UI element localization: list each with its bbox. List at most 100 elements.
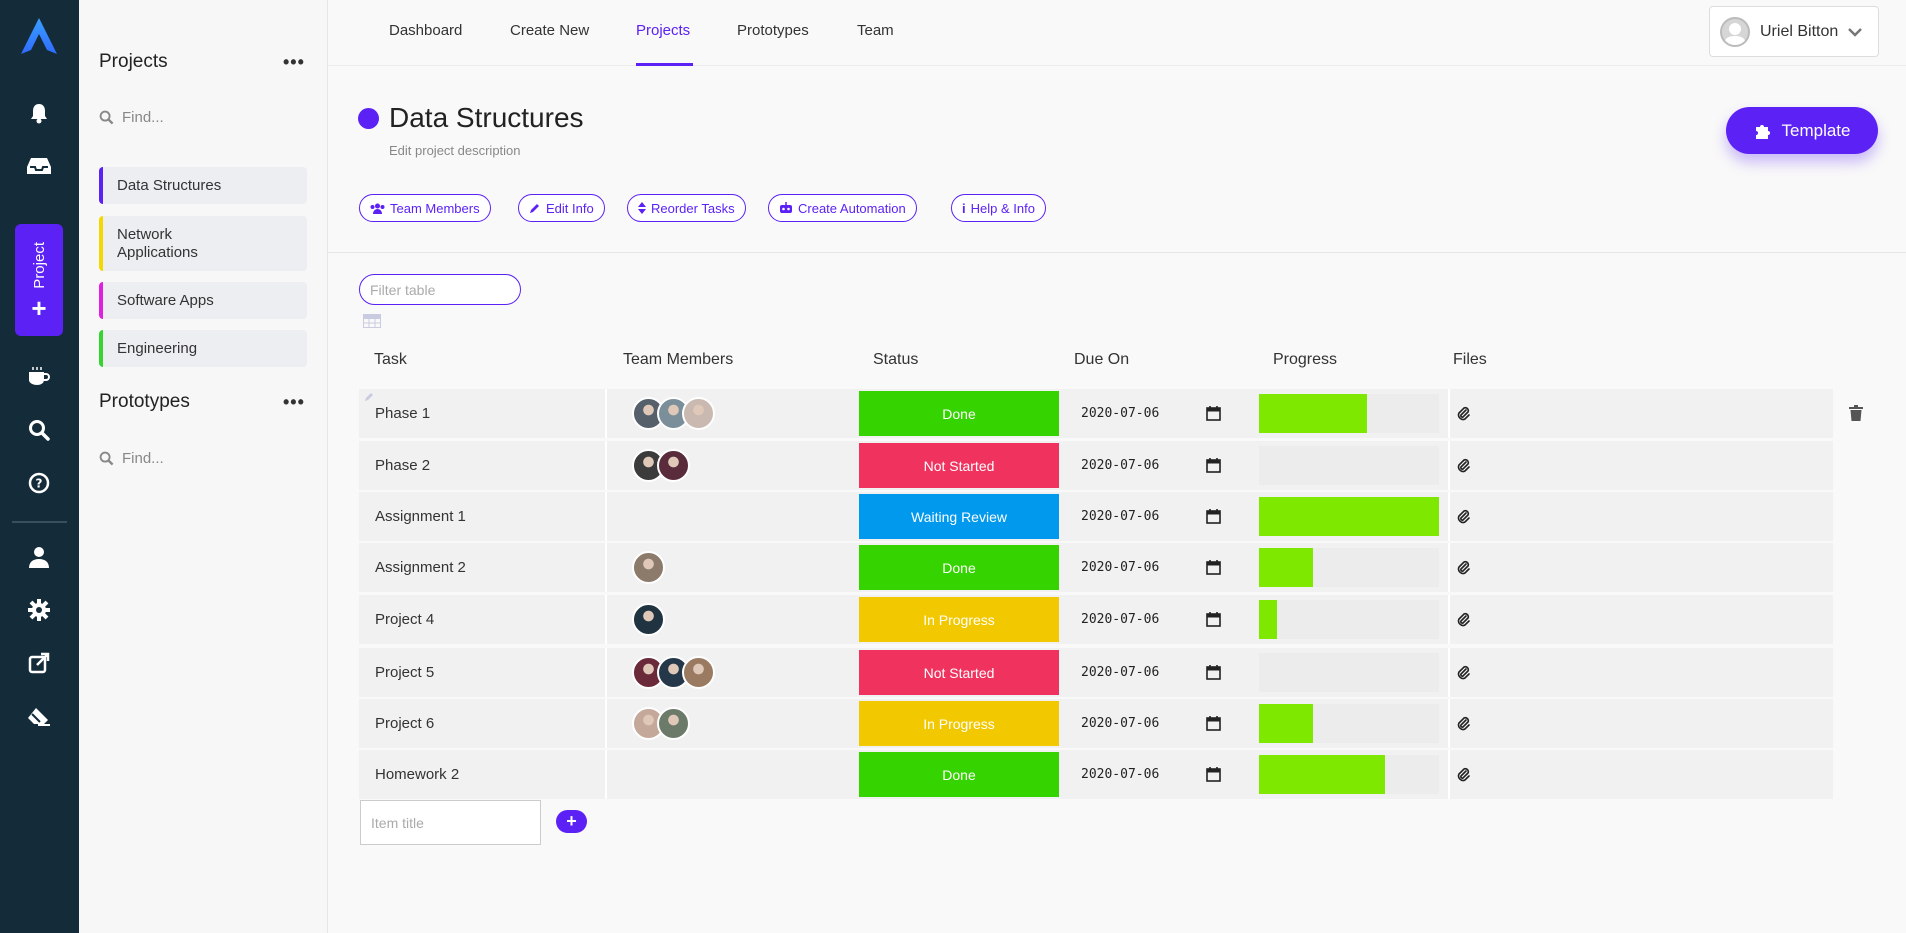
- item-title-input[interactable]: Item title: [360, 800, 541, 845]
- task-name[interactable]: Homework 2: [375, 750, 459, 799]
- svg-text:?: ?: [36, 477, 43, 491]
- projects-menu-icon[interactable]: •••: [283, 52, 305, 73]
- eraser-icon[interactable]: [26, 703, 52, 729]
- project-description[interactable]: Edit project description: [389, 143, 521, 158]
- task-name[interactable]: Project 4: [375, 595, 434, 644]
- user-menu[interactable]: Uriel Bitton: [1709, 6, 1879, 57]
- team-member-avatars[interactable]: [632, 551, 665, 584]
- status-badge[interactable]: Done: [859, 752, 1059, 797]
- active-tab-underline: [636, 63, 693, 66]
- calendar-icon[interactable]: [1206, 665, 1221, 680]
- status-badge[interactable]: In Progress: [859, 597, 1059, 642]
- task-name[interactable]: Assignment 2: [375, 543, 466, 592]
- due-date-input[interactable]: 2020-07-06: [1081, 389, 1159, 438]
- calendar-icon[interactable]: [1206, 767, 1221, 782]
- bell-icon[interactable]: [26, 100, 52, 126]
- prototypes-search[interactable]: Find...: [99, 450, 164, 467]
- tab-team[interactable]: Team: [857, 22, 894, 39]
- paperclip-icon[interactable]: [1456, 715, 1470, 731]
- avatar: [632, 551, 665, 584]
- progress-bar: [1259, 755, 1439, 794]
- task-name[interactable]: Phase 2: [375, 441, 430, 490]
- pencil-icon[interactable]: [364, 392, 374, 402]
- project-item-data-structures[interactable]: Data Structures: [99, 167, 307, 204]
- team-members-button[interactable]: Team Members: [359, 194, 491, 222]
- task-name[interactable]: Assignment 1: [375, 492, 466, 541]
- prototypes-menu-icon[interactable]: •••: [283, 392, 305, 413]
- status-badge[interactable]: In Progress: [859, 701, 1059, 746]
- paperclip-icon[interactable]: [1456, 457, 1470, 473]
- template-button[interactable]: Template: [1726, 107, 1878, 154]
- due-date-input[interactable]: 2020-07-06: [1081, 648, 1159, 697]
- paperclip-icon[interactable]: [1456, 559, 1470, 575]
- tab-create-new[interactable]: Create New: [510, 22, 589, 39]
- tab-projects[interactable]: Projects: [636, 22, 690, 39]
- project-item-label: Data Structures: [117, 177, 222, 194]
- paperclip-icon[interactable]: [1456, 611, 1470, 627]
- calendar-icon[interactable]: [1206, 509, 1221, 524]
- user-icon[interactable]: [26, 544, 52, 570]
- due-date-input[interactable]: 2020-07-06: [1081, 492, 1159, 541]
- due-date-input[interactable]: 2020-07-06: [1081, 441, 1159, 490]
- progress-fill: [1259, 755, 1385, 794]
- template-button-label: Template: [1781, 120, 1851, 140]
- tab-dashboard[interactable]: Dashboard: [389, 22, 462, 39]
- external-link-icon[interactable]: [26, 650, 52, 676]
- project-item-engineering[interactable]: Engineering: [99, 330, 307, 367]
- due-date-input[interactable]: 2020-07-06: [1081, 543, 1159, 592]
- edit-info-button[interactable]: Edit Info: [518, 194, 605, 222]
- tab-prototypes[interactable]: Prototypes: [737, 22, 809, 39]
- due-date-input[interactable]: 2020-07-06: [1081, 750, 1159, 799]
- team-member-avatars[interactable]: [632, 449, 690, 482]
- column-separator: [1448, 648, 1450, 697]
- create-automation-button[interactable]: Create Automation: [768, 194, 917, 222]
- new-project-button[interactable]: Project +: [15, 224, 63, 336]
- paperclip-icon[interactable]: [1456, 405, 1470, 421]
- task-name[interactable]: Project 6: [375, 699, 434, 748]
- status-badge[interactable]: Done: [859, 545, 1059, 590]
- paperclip-icon[interactable]: [1456, 508, 1470, 524]
- project-item-software-apps[interactable]: Software Apps: [99, 282, 307, 319]
- calendar-icon[interactable]: [1206, 458, 1221, 473]
- reorder-tasks-button[interactable]: Reorder Tasks: [627, 194, 746, 222]
- column-separator: [605, 750, 607, 799]
- task-name[interactable]: Phase 1: [375, 389, 430, 438]
- paperclip-icon[interactable]: [1456, 766, 1470, 782]
- task-name[interactable]: Project 5: [375, 648, 434, 697]
- info-icon: i: [962, 200, 966, 216]
- settings-icon[interactable]: [26, 597, 52, 623]
- filter-table-input[interactable]: Filter table: [359, 274, 521, 305]
- column-separator: [605, 441, 607, 490]
- due-date-input[interactable]: 2020-07-06: [1081, 595, 1159, 644]
- status-badge[interactable]: Not Started: [859, 443, 1059, 488]
- left-rail: Project + ?: [0, 0, 79, 933]
- inbox-icon[interactable]: [26, 153, 52, 179]
- coffee-icon[interactable]: [26, 364, 52, 390]
- team-member-avatars[interactable]: [632, 707, 690, 740]
- table-view-icon[interactable]: [363, 314, 381, 328]
- help-info-button[interactable]: i Help & Info: [951, 194, 1046, 222]
- project-item-network-applications[interactable]: Network Applications: [99, 216, 307, 271]
- sort-icon: [638, 202, 646, 214]
- calendar-icon[interactable]: [1206, 406, 1221, 421]
- calendar-icon[interactable]: [1206, 716, 1221, 731]
- team-member-avatars[interactable]: [632, 397, 715, 430]
- trash-icon[interactable]: [1849, 405, 1863, 421]
- team-member-avatars[interactable]: [632, 603, 665, 636]
- projects-search[interactable]: Find...: [99, 109, 164, 126]
- calendar-icon[interactable]: [1206, 560, 1221, 575]
- help-icon[interactable]: ?: [26, 470, 52, 496]
- team-member-avatars[interactable]: [632, 656, 715, 689]
- search-icon[interactable]: [26, 417, 52, 443]
- add-item-button[interactable]: +: [556, 810, 587, 833]
- status-badge[interactable]: Not Started: [859, 650, 1059, 695]
- status-badge[interactable]: Waiting Review: [859, 494, 1059, 539]
- project-item-label: Engineering: [117, 340, 198, 357]
- project-item-label: Software Apps: [117, 292, 214, 309]
- help-info-label: Help & Info: [970, 200, 1035, 216]
- app-logo[interactable]: [19, 16, 59, 56]
- due-date-input[interactable]: 2020-07-06: [1081, 699, 1159, 748]
- calendar-icon[interactable]: [1206, 612, 1221, 627]
- status-badge[interactable]: Done: [859, 391, 1059, 436]
- paperclip-icon[interactable]: [1456, 664, 1470, 680]
